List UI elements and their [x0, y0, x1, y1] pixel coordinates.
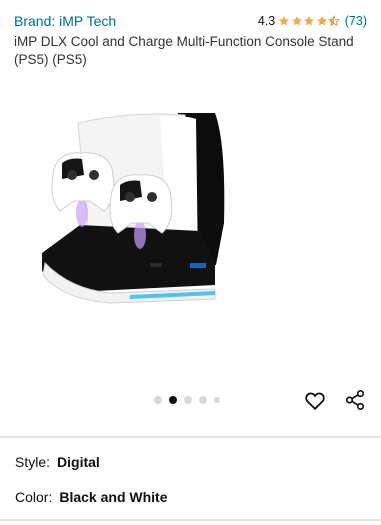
rating-count-link[interactable]: (73) [345, 14, 367, 28]
color-label: Color: [15, 489, 53, 505]
star-icon [304, 16, 315, 26]
color-value: Black and White [59, 489, 168, 505]
carousel-dot[interactable] [214, 397, 220, 403]
rating-summary[interactable]: 4.3 (73) [258, 14, 367, 28]
carousel-dot[interactable] [199, 396, 207, 404]
style-value: Digital [57, 454, 100, 470]
brand-rating-row: Brand: iMP Tech 4.3 (73) [14, 12, 367, 30]
brand-link[interactable]: Brand: iMP Tech [14, 13, 116, 29]
star-icon [316, 16, 327, 26]
star-half-icon [328, 15, 341, 27]
section-divider [0, 436, 381, 438]
heart-icon[interactable] [304, 390, 326, 412]
style-variation[interactable]: Style: Digital [15, 454, 100, 470]
product-image[interactable] [10, 113, 372, 316]
style-label: Style: [15, 454, 51, 470]
carousel-dot-active[interactable] [169, 396, 177, 404]
share-icon[interactable] [344, 389, 366, 411]
color-variation[interactable]: Color: Black and White [15, 489, 168, 505]
carousel-indicator [154, 396, 227, 404]
carousel-dot[interactable] [154, 396, 162, 404]
product-title: iMP DLX Cool and Charge Multi-Function C… [14, 34, 354, 67]
carousel-dot[interactable] [184, 396, 192, 404]
star-icon [291, 16, 302, 26]
section-divider [0, 519, 381, 521]
rating-value: 4.3 [257, 14, 276, 28]
star-rating [278, 15, 341, 27]
product-header: Brand: iMP Tech 4.3 (73) iMP DLX Cool an… [14, 12, 367, 69]
star-icon [279, 16, 290, 26]
